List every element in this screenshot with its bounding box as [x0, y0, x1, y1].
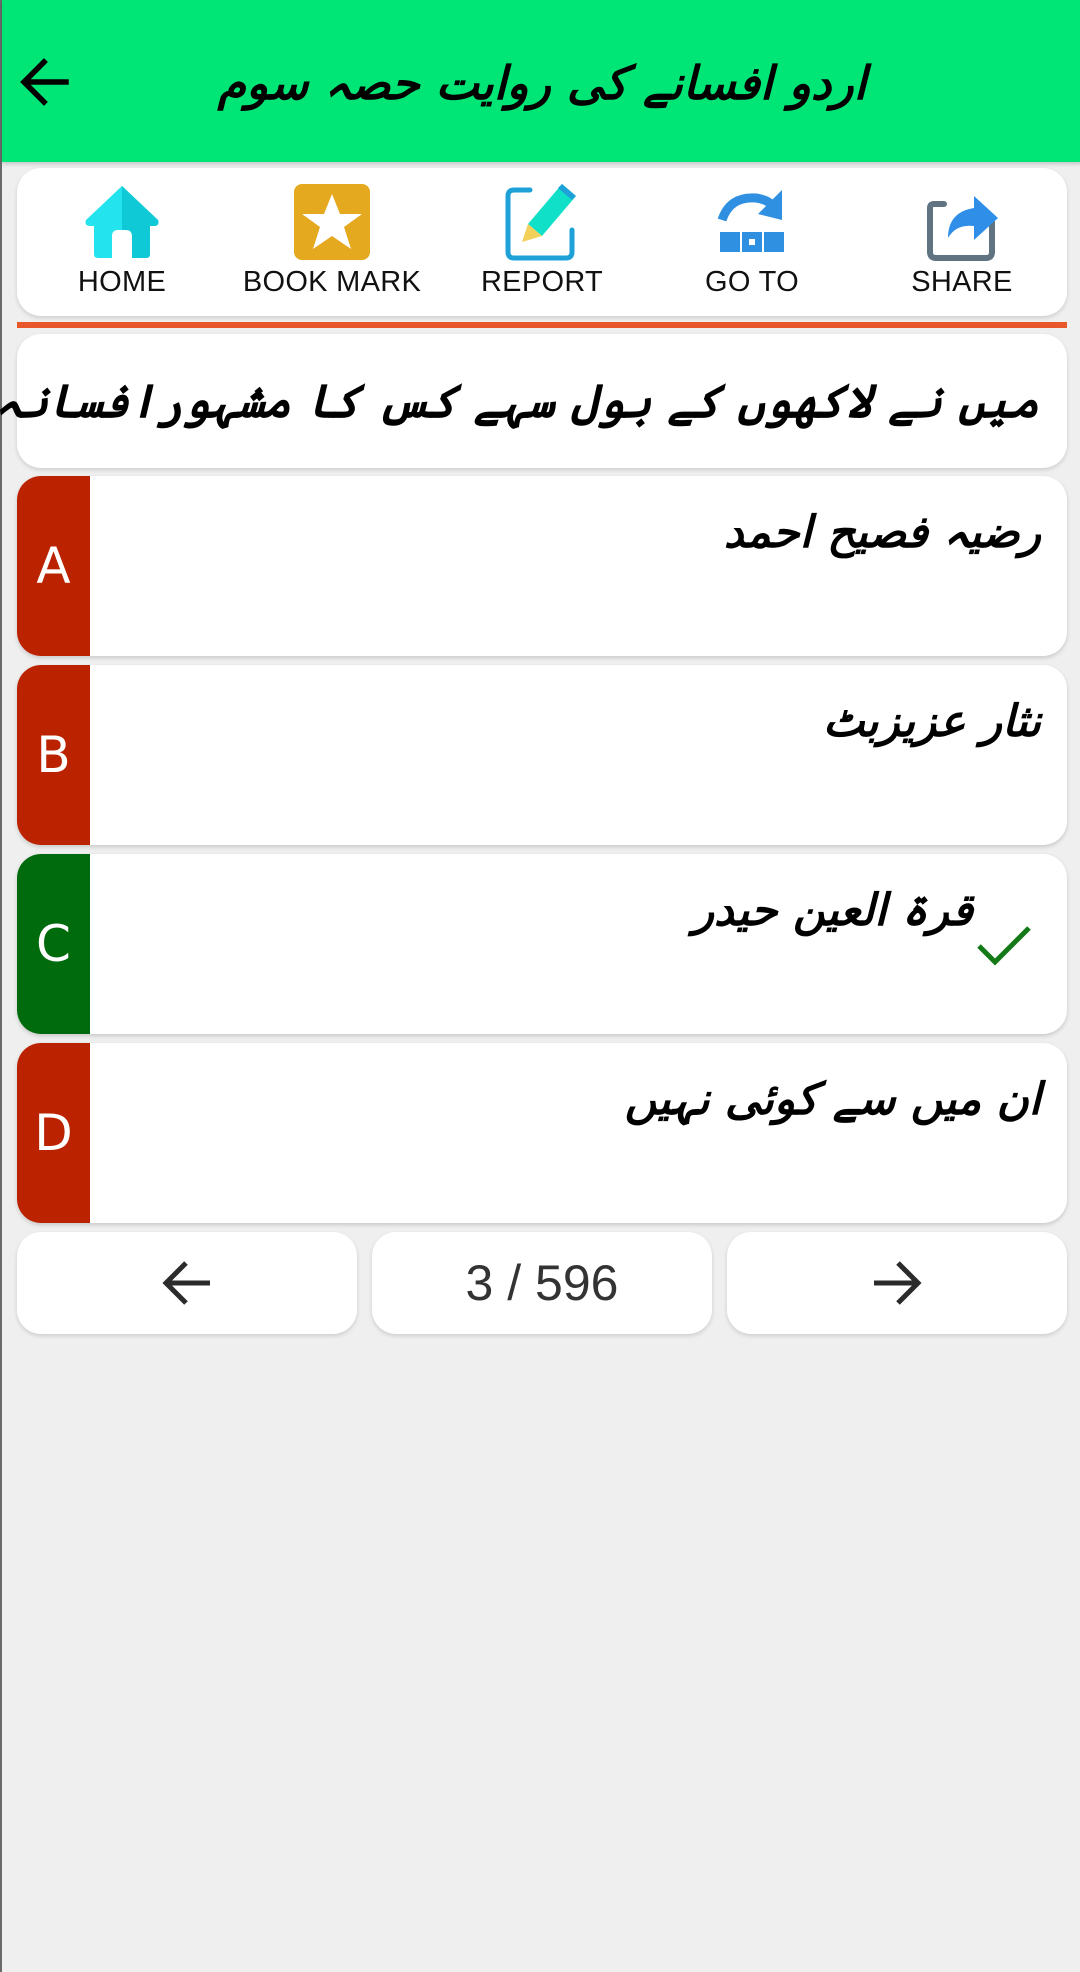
report-label: REPORT: [480, 266, 604, 298]
option-letter: A: [17, 476, 90, 656]
option-b[interactable]: B نثار عزیزبٹ: [17, 665, 1067, 845]
option-text: رضیہ فصیح احمد: [723, 507, 1041, 558]
home-label: HOME: [77, 266, 167, 298]
app-bar: اردو افسانے کی روایت حصہ سوم: [2, 0, 1080, 162]
option-letter: D: [17, 1043, 90, 1223]
question-text: میں نے لاکھوں کے بول سہے کس کا مشہورافسا…: [0, 374, 1039, 428]
arrow-left-icon: [20, 58, 69, 106]
option-d[interactable]: D ان میں سے کوئی نہیں: [17, 1043, 1067, 1223]
edit-report-icon: [505, 184, 576, 261]
question-counter: 3 / 596: [372, 1232, 712, 1334]
previous-question-button[interactable]: [17, 1232, 357, 1334]
back-button[interactable]: [12, 50, 76, 114]
checkmark-icon: [977, 926, 1031, 966]
arrow-right-icon: [874, 1261, 922, 1305]
goto-button[interactable]: GO TO: [647, 168, 857, 316]
goto-label: GO TO: [705, 266, 799, 298]
bookmark-star-icon: [294, 184, 370, 260]
bookmark-label: BOOK MARK: [242, 266, 422, 298]
option-text: قرۃ العین حیدر: [692, 885, 973, 936]
next-question-button[interactable]: [727, 1232, 1067, 1334]
bookmark-button[interactable]: BOOK MARK: [227, 168, 437, 316]
home-icon: [85, 186, 159, 258]
report-button[interactable]: REPORT: [437, 168, 647, 316]
question-card: میں نے لاکھوں کے بول سہے کس کا مشہورافسا…: [0, 334, 1067, 468]
section-divider: [17, 322, 1067, 328]
counter-text: 3 / 596: [465, 1255, 619, 1311]
toolbar: HOME BOOK MARK REPORT GO TO SHARE: [17, 168, 1067, 316]
share-button[interactable]: SHARE: [857, 168, 1067, 316]
arrow-left-icon: [162, 1261, 210, 1305]
share-icon: [927, 196, 998, 261]
share-label: SHARE: [911, 266, 1013, 298]
page-title: اردو افسانے کی روایت حصہ سوم: [217, 56, 867, 110]
option-letter: C: [17, 854, 90, 1034]
home-button[interactable]: HOME: [17, 168, 227, 316]
option-letter: B: [17, 665, 90, 845]
option-a[interactable]: A رضیہ فصیح احمد: [17, 476, 1067, 656]
option-c[interactable]: C قرۃ العین حیدر: [17, 854, 1067, 1034]
option-text: نثار عزیزبٹ: [822, 696, 1041, 747]
goto-redo-icon: [717, 190, 784, 252]
option-text: ان میں سے کوئی نہیں: [624, 1074, 1041, 1125]
